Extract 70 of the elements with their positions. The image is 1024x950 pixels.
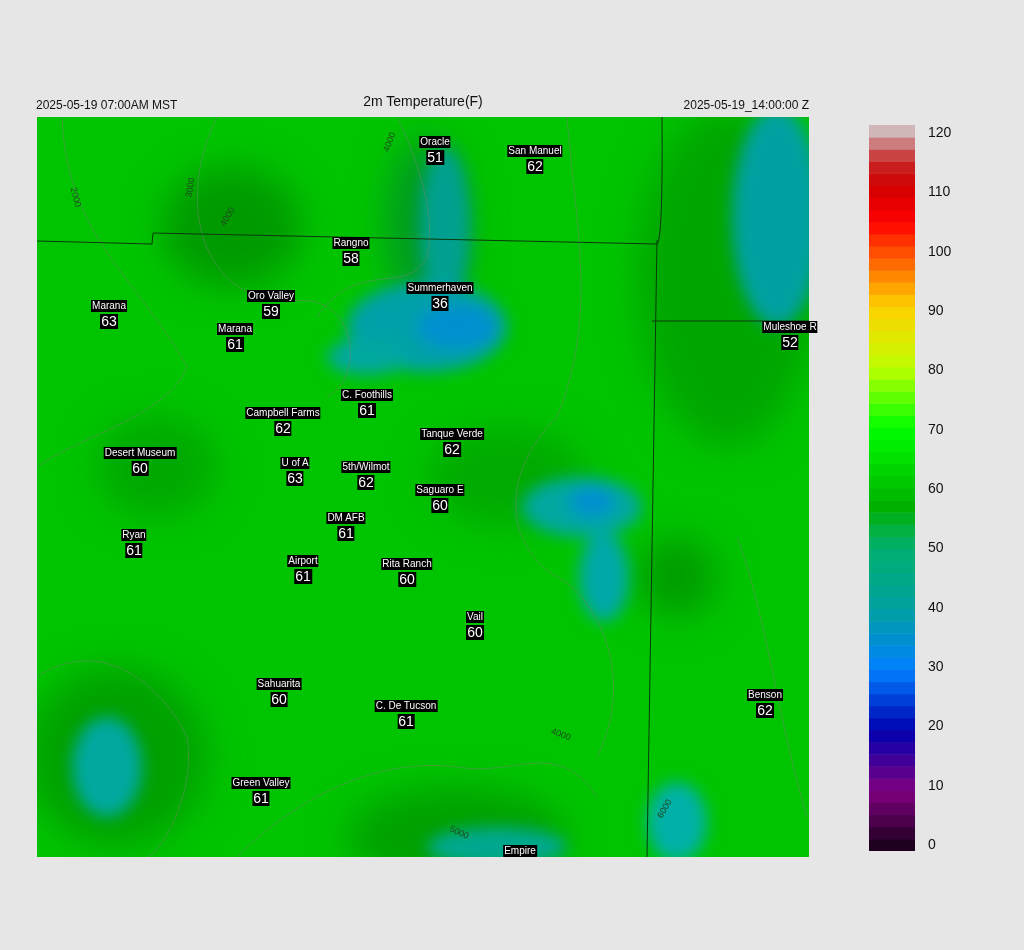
scale-tick-label: 70 xyxy=(928,421,945,436)
temperature-value: 61 xyxy=(252,791,270,806)
chart-title: 2m Temperature(F) xyxy=(363,92,483,109)
station-name: Rita Ranch xyxy=(381,558,433,570)
station-name: C. De Tucson xyxy=(374,700,438,712)
temperature-value: 62 xyxy=(443,442,461,457)
temperature-value: 62 xyxy=(274,421,292,436)
temperature-value: 51 xyxy=(426,150,444,165)
contour-label: 4000 xyxy=(549,726,573,743)
temperature-value: 62 xyxy=(756,703,774,718)
temperature-value: 60 xyxy=(398,572,416,587)
station-name: Ryan xyxy=(121,529,147,541)
station-name: DM AFB xyxy=(326,512,366,524)
station-name: C. Foothills xyxy=(341,389,393,401)
temperature-value: 61 xyxy=(337,526,355,541)
station-name: Muleshoe R xyxy=(762,321,818,333)
scale-tick-label: 110 xyxy=(928,184,952,199)
temperature-value: 61 xyxy=(125,543,143,558)
temperature-value: 62 xyxy=(357,475,375,490)
contour-label: 3000 xyxy=(183,176,197,199)
station-name: Sahuarita xyxy=(256,678,302,690)
scale-tick-label: 0 xyxy=(928,836,937,851)
temperature-value: 60 xyxy=(131,461,149,476)
temperature-value: 60 xyxy=(431,498,449,513)
station-name: Oro Valley xyxy=(247,290,295,302)
temperature-value: 60 xyxy=(270,692,288,707)
temperature-value: 58 xyxy=(342,251,360,266)
station-name: Benson xyxy=(747,689,783,701)
valid-time-local: 2025-05-19 07:00AM MST xyxy=(36,97,178,112)
station-name: Campbell Farms xyxy=(245,407,321,419)
valid-time-utc: 2025-05-19_14:00:00 Z xyxy=(683,97,809,112)
scale-tick-label: 100 xyxy=(928,243,952,258)
scale-tick-label: 80 xyxy=(928,362,945,377)
station-name: Marana xyxy=(217,323,253,335)
scale-tick-label: 60 xyxy=(928,480,945,495)
station-name: Vail xyxy=(466,611,484,623)
station-name: 5th/Wilmot xyxy=(341,461,391,473)
scale-tick-label: 30 xyxy=(928,658,945,673)
scale-tick-label: 20 xyxy=(928,718,945,733)
temperature-value: 59 xyxy=(262,304,280,319)
station-name: Saguaro E xyxy=(415,484,465,496)
station-name: Empire xyxy=(503,845,537,857)
temperature-value: 61 xyxy=(226,337,244,352)
temperature-value: 61 xyxy=(397,714,415,729)
station-name: Rangno xyxy=(332,237,370,249)
temperature-value: 61 xyxy=(358,403,376,418)
temperature-value: 61 xyxy=(294,569,312,584)
station-name: San Manuel xyxy=(507,145,563,157)
station-name: Oracle xyxy=(419,136,451,148)
temperature-value: 63 xyxy=(100,314,118,329)
temperature-value: 63 xyxy=(286,471,304,486)
scale-tick-label: 50 xyxy=(928,540,945,555)
scale-tick-label: 120 xyxy=(928,125,952,139)
station-name: Desert Museum xyxy=(103,447,177,459)
contour-label: 2000 xyxy=(68,186,84,209)
station-name: Green Valley xyxy=(231,777,291,789)
station-name: U of A xyxy=(280,457,310,469)
contour-label: 4000 xyxy=(381,130,398,154)
temperature-value: 36 xyxy=(431,296,449,311)
station-name: Tanque Verde xyxy=(420,428,484,440)
station-name: Airport xyxy=(287,555,319,567)
temperature-value: 62 xyxy=(526,159,544,174)
scale-tick-label: 10 xyxy=(928,777,945,792)
temperature-value: 60 xyxy=(466,625,484,640)
temperature-value: 52 xyxy=(781,335,799,350)
scale-tick-label: 40 xyxy=(928,599,945,614)
station-name: Summerhaven xyxy=(406,282,474,294)
contour-label: 5000 xyxy=(448,823,471,842)
scale-tick-label: 90 xyxy=(928,303,945,317)
station-name: Marana xyxy=(91,300,127,312)
